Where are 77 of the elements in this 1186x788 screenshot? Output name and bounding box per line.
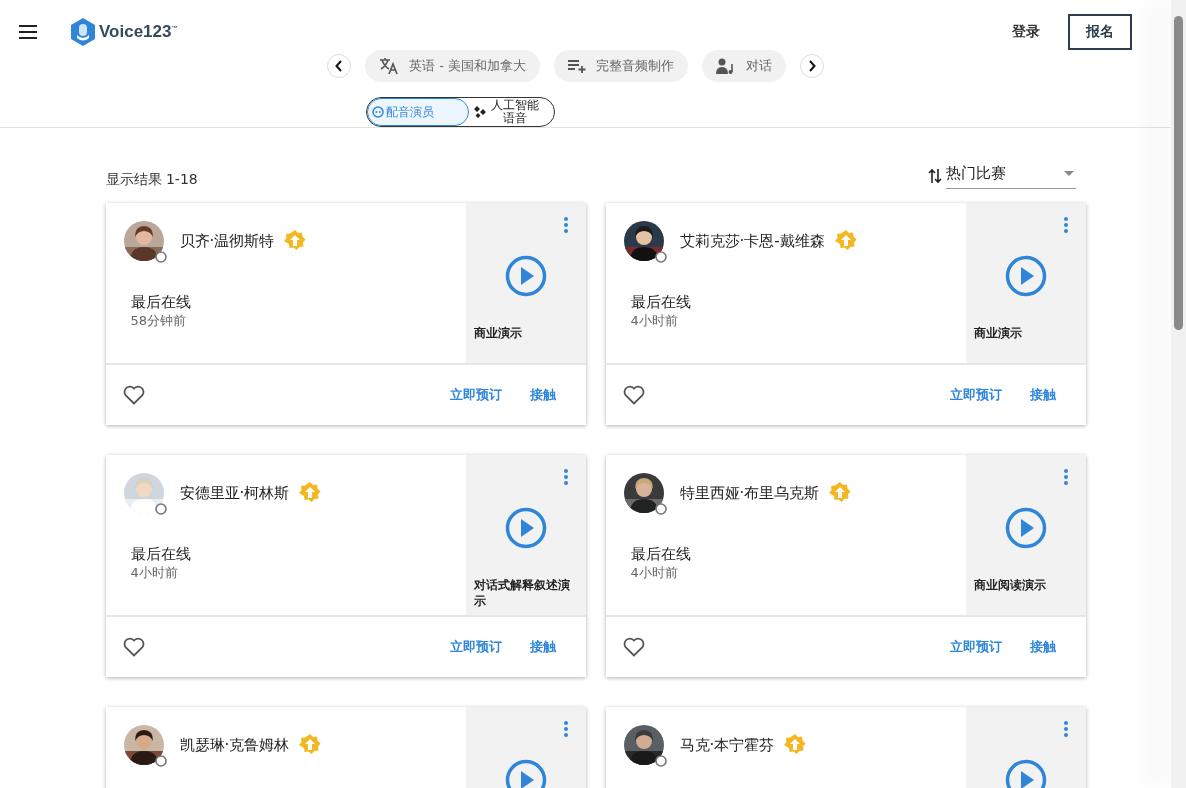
last-online-time: 4小时前 [130, 564, 179, 582]
translate-icon [379, 57, 399, 75]
last-online-label: 最后在线 [630, 545, 692, 564]
status-ring-icon [654, 755, 667, 767]
person-music-icon [716, 58, 736, 74]
contact-link[interactable]: 接触 [525, 634, 560, 660]
demo-title: 商业演示 [973, 325, 1023, 342]
menu-icon[interactable] [19, 25, 37, 39]
filter-chip[interactable]: 完整音频制作 [554, 50, 688, 82]
talent-name[interactable]: 安德里亚·柯林斯 [179, 483, 290, 503]
last-online-time: 58分钟前 [130, 312, 188, 330]
status-ring-icon [154, 503, 167, 515]
upgrade-badge-icon [284, 230, 307, 252]
chevron-left-icon [335, 60, 343, 72]
talent-name[interactable]: 艾莉克莎·卡恩-戴维森 [679, 231, 825, 251]
talent-name[interactable]: 凯瑟琳·克鲁姆林 [179, 735, 290, 755]
play-icon[interactable] [1004, 759, 1047, 788]
logo-icon [71, 18, 95, 46]
last-online-time: 4小时前 [630, 312, 679, 330]
play-icon[interactable] [504, 255, 547, 297]
upgrade-badge-icon [784, 734, 807, 756]
play-icon[interactable] [504, 759, 547, 788]
chevron-right-icon [808, 60, 816, 72]
sort-icon [927, 167, 942, 184]
filter-chip[interactable]: 对话 [702, 50, 786, 82]
play-icon[interactable] [1004, 507, 1047, 549]
dropdown-caret-icon [1063, 171, 1074, 176]
talent-type-option[interactable]: 配音演员 [367, 98, 469, 126]
demo-title: 商业阅读演示 [973, 577, 1047, 594]
login-link[interactable]: 登录 [1006, 17, 1046, 47]
more-icon[interactable] [563, 217, 568, 233]
scroll-right-button[interactable] [800, 54, 824, 78]
signup-button[interactable]: 报名 [1068, 14, 1132, 50]
book-now-link[interactable]: 立即预订 [445, 634, 506, 660]
brand-name[interactable]: Voice123$^{™}$ [99, 22, 178, 42]
last-online-label: 最后在线 [130, 545, 192, 564]
playlist-add-icon [568, 59, 586, 73]
talent-name[interactable]: 特里西娅·布里乌克斯 [679, 483, 820, 503]
filter-chip[interactable]: 英语 - 美国和加拿大 [365, 50, 540, 82]
results-count: 显示结果 1-18 [105, 171, 198, 189]
scrollbar[interactable] [1171, 0, 1186, 788]
play-icon[interactable] [504, 507, 547, 549]
contact-link[interactable]: 接触 [525, 382, 560, 408]
status-ring-icon [154, 755, 167, 767]
demo-title: 商业演示 [473, 325, 523, 342]
status-ring-icon [154, 251, 167, 263]
upgrade-badge-icon [829, 482, 852, 504]
contact-link[interactable]: 接触 [1025, 634, 1060, 660]
upgrade-badge-icon [299, 734, 322, 756]
last-online-label: 最后在线 [130, 293, 192, 312]
upgrade-badge-icon [834, 230, 857, 252]
talent-name[interactable]: 贝齐·温彻斯特 [179, 231, 275, 251]
scroll-left-button[interactable] [327, 54, 351, 78]
heart-icon[interactable] [622, 385, 645, 405]
status-ring-icon [654, 503, 667, 515]
last-online-time: 4小时前 [630, 564, 679, 582]
sparkle-icon [473, 105, 487, 119]
upgrade-badge-icon [299, 482, 322, 504]
more-icon[interactable] [1063, 721, 1068, 737]
heart-icon[interactable] [122, 385, 145, 405]
more-icon[interactable] [1063, 217, 1068, 233]
more-icon[interactable] [1063, 469, 1068, 485]
sort-dropdown[interactable]: 热门比赛 [945, 162, 1076, 189]
face-icon [372, 106, 384, 118]
status-ring-icon [654, 251, 667, 263]
book-now-link[interactable]: 立即预订 [445, 382, 506, 408]
play-icon[interactable] [1004, 255, 1047, 297]
more-icon[interactable] [563, 469, 568, 485]
book-now-link[interactable]: 立即预订 [945, 382, 1006, 408]
demo-title: 对话式解释叙述演示 [473, 577, 571, 610]
contact-link[interactable]: 接触 [1025, 382, 1060, 408]
more-icon[interactable] [563, 721, 568, 737]
last-online-label: 最后在线 [630, 293, 692, 312]
heart-icon[interactable] [122, 637, 145, 657]
book-now-link[interactable]: 立即预订 [945, 634, 1006, 660]
talent-name[interactable]: 马克·本宁霍芬 [679, 735, 775, 755]
heart-icon[interactable] [622, 637, 645, 657]
